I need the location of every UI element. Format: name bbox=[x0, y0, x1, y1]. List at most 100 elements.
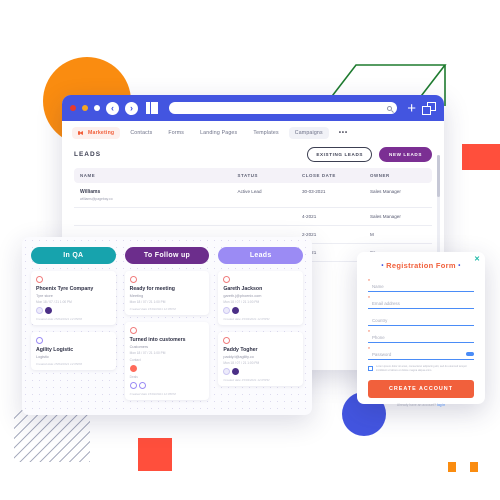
lead-owner: M bbox=[363, 225, 432, 244]
avatar bbox=[232, 307, 240, 314]
tab-forms[interactable]: Forms bbox=[162, 127, 190, 139]
status-ring-icon bbox=[36, 276, 43, 283]
column-header-owner[interactable]: OWNER bbox=[363, 168, 432, 183]
avatar bbox=[138, 382, 146, 389]
card-title: Turned into customers bbox=[129, 337, 186, 343]
email-field[interactable]: * Email address bbox=[368, 294, 474, 309]
red-rectangle-decoration bbox=[462, 144, 500, 170]
status-ring-icon bbox=[129, 276, 137, 283]
kanban-card[interactable]: Ready for meeting Meeting Mon 18 / 07 / … bbox=[124, 271, 210, 315]
bullet-left-icon: • bbox=[381, 263, 384, 270]
card-subtitle: paddy.t@agility.co bbox=[223, 355, 254, 359]
avatar bbox=[45, 307, 52, 314]
phone-field[interactable]: * Phone bbox=[368, 328, 474, 343]
lead-owner: Sales Manager bbox=[363, 207, 432, 226]
tab-landing-pages[interactable]: Landing Pages bbox=[194, 127, 243, 139]
table-row[interactable]: 4-2021 Sales Manager bbox=[74, 207, 432, 226]
card-created-date: Created date 15/04/2021 12:05PM bbox=[36, 362, 83, 366]
tab-marketing[interactable]: Marketing bbox=[72, 127, 121, 139]
card-created-date: Created date 15/04/2021 12:05PM bbox=[223, 378, 270, 382]
consent-text: Lorem ipsum dolor sit amet, consectetur … bbox=[376, 365, 467, 372]
copy-windows-icon[interactable] bbox=[422, 101, 436, 115]
close-icon[interactable]: ✕ bbox=[474, 256, 480, 263]
card-avatars bbox=[129, 365, 205, 372]
card-title: Gareth Jackson bbox=[223, 286, 263, 292]
new-tab-plus-icon[interactable]: + bbox=[407, 101, 416, 116]
new-leads-button[interactable]: NEW LEADS bbox=[379, 147, 432, 162]
create-account-button[interactable]: CREATE ACCOUNT bbox=[368, 379, 474, 398]
avatar bbox=[232, 368, 240, 375]
kanban-column-title[interactable]: In QA bbox=[31, 247, 116, 264]
bullet-right-icon: • bbox=[458, 263, 461, 270]
column-header-status[interactable]: STATUS bbox=[231, 168, 296, 183]
window-close-dot[interactable] bbox=[70, 105, 76, 111]
card-date: Mon 18 / 07 / 21 1:00 PM bbox=[223, 300, 260, 304]
registration-form-modal: ✕ • Registration Form • * Name * Email a… bbox=[357, 252, 485, 407]
lead-email: williams@pagebay.co bbox=[80, 197, 113, 201]
card-subtitle: Tyre store bbox=[36, 294, 53, 298]
table-scrollbar-thumb[interactable] bbox=[437, 155, 440, 197]
card-title: Agility Logistic bbox=[36, 347, 74, 353]
required-star: * bbox=[368, 347, 370, 353]
lead-name: Williams bbox=[80, 189, 101, 195]
lead-close-date: 4-2021 bbox=[295, 207, 364, 226]
kanban-card[interactable]: Agility Logistic Logistic Created date 1… bbox=[31, 332, 116, 370]
kanban-board-panel: In QA Phoenix Tyre Company Tyre store Mo… bbox=[22, 237, 312, 415]
browser-toolbar: ‹ › + bbox=[62, 95, 444, 121]
tab-overflow-menu[interactable]: ••• bbox=[333, 127, 354, 139]
card-subtitle: gareth.j@phoenix.com bbox=[223, 294, 262, 298]
table-row[interactable]: Williams williams@pagebay.co Active Lead… bbox=[74, 183, 432, 208]
email-placeholder: Email address bbox=[372, 301, 400, 306]
card-contact-label: Contact bbox=[129, 358, 141, 362]
card-created-date: Created date 15/04/2021 12:05PM bbox=[223, 317, 270, 321]
card-avatars bbox=[36, 307, 111, 314]
column-header-name[interactable]: NAME bbox=[74, 168, 232, 183]
form-title: • Registration Form • bbox=[368, 261, 474, 270]
back-icon[interactable]: ‹ bbox=[106, 101, 119, 115]
login-link[interactable]: log in bbox=[437, 403, 445, 407]
card-avatars bbox=[223, 368, 298, 375]
tab-contacts[interactable]: Contacts bbox=[124, 127, 158, 139]
consent-checkbox[interactable] bbox=[368, 365, 373, 371]
column-header-close-date[interactable]: CLOSE DATE bbox=[295, 168, 364, 183]
status-ring-icon bbox=[223, 276, 231, 283]
card-created-date: Created date 15/04/2021 12:05PM bbox=[36, 317, 83, 321]
card-created-date: Created date 15/04/2021 12:05PM bbox=[129, 307, 176, 311]
password-field[interactable]: * Password bbox=[368, 345, 474, 360]
phone-placeholder: Phone bbox=[372, 335, 385, 340]
page-title: LEADS bbox=[74, 151, 102, 158]
tab-templates[interactable]: Templates bbox=[247, 127, 284, 139]
search-icon bbox=[387, 105, 393, 111]
card-title: Ready for meeting bbox=[129, 286, 175, 292]
orange-square-decoration-a bbox=[448, 462, 456, 472]
kanban-column-title[interactable]: Leads bbox=[218, 247, 304, 264]
lead-status bbox=[231, 207, 296, 226]
kanban-card[interactable]: Turned into customers Customers Mon 18 /… bbox=[124, 322, 210, 400]
existing-leads-button[interactable]: EXISTING LEADS bbox=[307, 147, 373, 162]
avatar bbox=[223, 307, 231, 314]
consent-row[interactable]: Lorem ipsum dolor sit amet, consectetur … bbox=[368, 365, 474, 373]
card-avatars bbox=[223, 307, 298, 314]
status-ring-icon bbox=[223, 337, 231, 344]
country-placeholder: Country bbox=[372, 318, 388, 323]
search-input[interactable] bbox=[169, 102, 398, 114]
card-subtitle: Logistic bbox=[36, 355, 49, 359]
name-field[interactable]: * Name bbox=[368, 277, 474, 292]
tab-campaigns[interactable]: Campaigns bbox=[288, 127, 329, 139]
kanban-card[interactable]: Gareth Jackson gareth.j@phoenix.com Mon … bbox=[218, 271, 304, 325]
layout-icon[interactable] bbox=[146, 102, 159, 114]
card-subtitle: Meeting bbox=[129, 294, 144, 298]
kanban-card[interactable]: Paddy Togher paddy.t@agility.co Mon 18 /… bbox=[218, 332, 304, 386]
lead-owner: Sales Manager bbox=[363, 183, 432, 208]
eye-icon[interactable] bbox=[466, 352, 474, 356]
kanban-card[interactable]: Phoenix Tyre Company Tyre store Mon 18 /… bbox=[31, 271, 116, 325]
name-placeholder: Name bbox=[372, 284, 384, 289]
window-maximize-dot[interactable] bbox=[94, 105, 100, 111]
kanban-column-title[interactable]: To Follow up bbox=[124, 247, 210, 264]
window-minimize-dot[interactable] bbox=[82, 105, 88, 111]
status-ring-icon bbox=[36, 337, 43, 344]
forward-icon[interactable]: › bbox=[125, 101, 138, 115]
country-field[interactable]: Country bbox=[368, 311, 474, 326]
required-star: * bbox=[368, 279, 370, 285]
avatar bbox=[129, 382, 137, 389]
